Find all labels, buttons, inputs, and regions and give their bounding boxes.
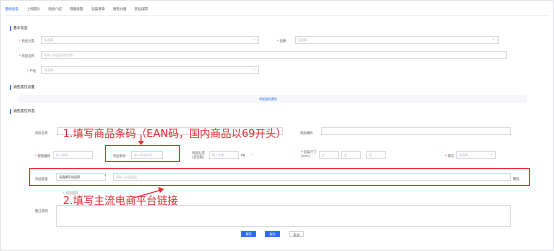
submit-button[interactable]: 提交: [265, 231, 280, 237]
cancel-button[interactable]: 取消: [289, 231, 304, 237]
annotation-arrows: [132, 135, 164, 199]
save-button[interactable]: 保存: [241, 231, 256, 237]
link-annotation: 2.填写主流电商平台链接: [63, 195, 179, 207]
barcode-annotation: 1.填写商品条码（EAN码，国内商品以69开头）: [63, 128, 287, 140]
product-form-page: 基础信息 上传图片 商品介绍 规格参数 包装清单 销售价格 售后保障 基本信息 …: [0, 0, 554, 251]
